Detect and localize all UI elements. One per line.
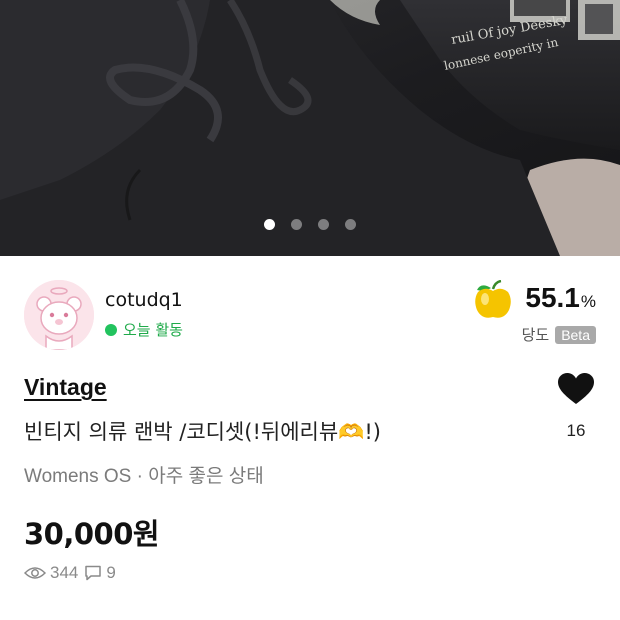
like-button[interactable]: 16 [556,373,596,441]
gallery-dot-2[interactable] [291,219,302,230]
views-stat: 344 [24,563,78,583]
product-photo[interactable]: ruil Of joy Deesky lonnese eoperity in [0,0,620,256]
sweetness-value: 55.1% [525,282,596,313]
gallery-dots [0,219,620,230]
listing-stats: 344 9 [24,563,116,583]
listing-title: 빈티지 의류 랜박 /코디셋(!뒤에리뷰🫶!) [24,420,381,444]
speech-bubble-icon [85,565,102,581]
activity-label: 오늘 활동 [123,321,183,339]
sweetness-label: 당도 [521,326,550,344]
activity-status: 오늘 활동 [105,319,183,340]
product-image: ruil Of joy Deesky lonnese eoperity in [0,0,620,256]
comments-stat[interactable]: 9 [84,563,116,583]
view-count: 344 [50,563,79,582]
comment-count: 9 [106,563,116,582]
listing-meta: Womens OS · 아주 좋은 상태 [24,466,264,487]
online-dot-icon [105,323,117,336]
bear-avatar-icon [24,280,94,350]
gallery-dot-1[interactable] [264,219,275,230]
listing-price: 30,000원 [24,517,160,551]
brand-link[interactable]: Vintage [24,374,107,401]
gallery-dot-4[interactable] [345,219,356,230]
beta-badge: Beta [555,325,596,344]
heart-icon [558,373,594,404]
seller-section: cotudq1 오늘 활동 55.1% 당도 Beta [24,280,596,350]
seller-name[interactable]: cotudq1 [105,289,183,311]
sweetness-score[interactable]: 55.1% 당도 Beta [471,280,596,345]
seller-avatar[interactable] [24,280,94,350]
sweetness-unit: % [580,292,596,311]
eye-icon [24,567,46,579]
yellow-apple-icon [475,280,512,318]
like-count: 16 [566,421,586,440]
gallery-dot-3[interactable] [318,219,329,230]
